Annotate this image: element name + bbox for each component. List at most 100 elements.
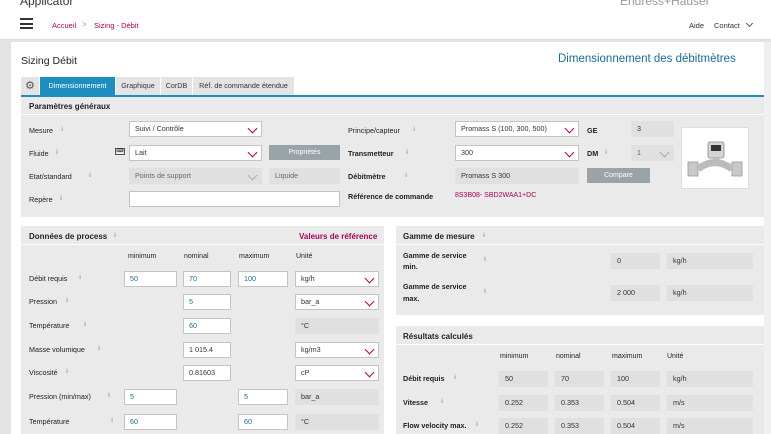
principe-select[interactable]: Promass S (100, 300, 500)	[455, 121, 579, 137]
info-icon[interactable]: i	[96, 346, 102, 352]
process-nom-input[interactable]: 60	[183, 318, 231, 334]
tab-ref-commande[interactable]: Réf. de commande étendue	[193, 77, 295, 95]
scrollbar[interactable]	[764, 42, 771, 434]
top-bar: Applicator Endress+Hauser Accueil > Sizi…	[0, 0, 771, 40]
info-icon[interactable]: i	[603, 150, 609, 156]
compare-button[interactable]: Compare	[587, 168, 650, 183]
info-icon[interactable]: i	[474, 422, 480, 428]
process-nom-input[interactable]: 70	[183, 271, 231, 287]
process-unit-select[interactable]: kg/h	[295, 271, 379, 287]
chevron-down-icon	[364, 296, 375, 307]
info-icon[interactable]: i	[403, 173, 409, 179]
info-icon[interactable]: i	[481, 233, 487, 239]
unit-value: kg/m3	[301, 345, 321, 354]
menu-icon[interactable]	[20, 18, 33, 29]
chevron-down-icon	[564, 147, 575, 158]
result-min: 50	[499, 371, 548, 387]
tab-cordb[interactable]: CorDB	[161, 77, 193, 95]
info-icon[interactable]: i	[482, 257, 488, 263]
process-min-input[interactable]: 50	[124, 271, 177, 287]
gamme-min-label: Gamme de service	[403, 251, 467, 260]
process-unit-select[interactable]: cP	[295, 365, 379, 381]
process-unit-select[interactable]: °C	[295, 318, 379, 334]
result-row-label: Débit requis	[403, 374, 445, 383]
transmetteur-value: 300	[461, 148, 473, 157]
info-icon[interactable]: i	[112, 233, 118, 239]
refcmd-value[interactable]: 8S3B08- SBD2WAA1+DC	[455, 192, 536, 199]
transmetteur-select[interactable]: 300	[455, 145, 579, 161]
info-icon[interactable]: i	[106, 393, 112, 399]
process-unit-select[interactable]: kg/m3	[295, 342, 379, 358]
page-subtitle: Dimensionnement des débitmètres	[558, 53, 736, 65]
process-min-input[interactable]: 5	[124, 389, 177, 405]
mesure-select[interactable]: Suivi / Contrôle	[129, 121, 262, 137]
info-icon[interactable]: i	[54, 150, 60, 156]
chevron-down-icon	[247, 147, 258, 158]
tab-dimensionnement[interactable]: Dimensionnement	[40, 77, 116, 95]
contact-link[interactable]: Contact	[714, 21, 740, 30]
process-row-label: Débit requis	[29, 274, 68, 283]
info-icon[interactable]: i	[439, 399, 445, 405]
process-max-input[interactable]: 60	[238, 414, 288, 430]
general-heading: Paramètres généraux	[29, 102, 111, 111]
chevron-down-icon	[247, 123, 258, 134]
process-max-input[interactable]: 100	[238, 271, 288, 287]
process-nom-input[interactable]: 5	[183, 294, 231, 310]
gamme-heading: Gamme de mesure	[403, 232, 475, 241]
dm-value: 1	[637, 148, 641, 157]
process-row-label: Masse volumique	[29, 345, 85, 354]
info-icon[interactable]: i	[87, 173, 93, 179]
chevron-down-icon	[364, 273, 375, 284]
info-icon[interactable]: i	[64, 298, 70, 304]
breadcrumb-current[interactable]: Sizing - Débit	[94, 21, 139, 30]
unit-value: bar_a	[301, 297, 320, 306]
res-col-nom: nominal	[556, 353, 581, 360]
results-heading: Résultats calculés	[403, 332, 473, 341]
tab-graphique[interactable]: Graphique	[116, 77, 161, 95]
process-unit-select[interactable]: °C	[295, 414, 379, 430]
info-icon[interactable]: i	[64, 369, 70, 375]
info-icon[interactable]: i	[82, 322, 88, 328]
process-nom-input[interactable]: 0.81603	[183, 365, 231, 381]
info-icon[interactable]: i	[452, 375, 458, 381]
chevron-down-icon	[247, 170, 258, 181]
process-unit-select[interactable]: bar_a	[295, 294, 379, 310]
mesure-label: Mesure	[29, 126, 53, 135]
info-icon[interactable]: i	[404, 150, 410, 156]
fluide-select[interactable]: Lait	[129, 145, 262, 161]
etat-label: Etat/standard	[29, 172, 72, 181]
process-row-label: Pression (min/max)	[29, 392, 91, 401]
etat-select[interactable]: Points de support	[129, 168, 262, 184]
info-icon[interactable]: i	[58, 196, 64, 202]
info-icon[interactable]: i	[109, 418, 115, 424]
info-icon[interactable]: i	[77, 275, 83, 281]
result-row-label: Vitesse	[403, 398, 429, 407]
process-max-input[interactable]: 5	[238, 389, 288, 405]
breadcrumb-home[interactable]: Accueil	[52, 21, 76, 30]
ge-label: GE	[587, 126, 598, 135]
process-nom-input[interactable]: 1 015.4	[183, 342, 231, 358]
info-icon[interactable]: i	[59, 127, 65, 133]
refcmd-label: Référence de commande	[348, 192, 434, 201]
chevron-down-icon	[564, 123, 575, 134]
gear-icon[interactable]: ⚙	[21, 77, 39, 95]
debitmetre-value: Promass S 300	[455, 168, 579, 184]
keyboard-icon[interactable]: ⌨	[115, 148, 125, 155]
reference-values-link[interactable]: Valeurs de référence	[299, 232, 377, 241]
info-icon[interactable]: i	[411, 127, 417, 133]
chevron-down-icon[interactable]	[745, 19, 754, 28]
help-link[interactable]: Aide	[689, 21, 704, 30]
dm-select[interactable]: 1	[631, 145, 674, 161]
repere-input[interactable]	[129, 191, 340, 207]
process-row-label: Température	[29, 321, 70, 330]
col-nom: nominal	[184, 253, 209, 260]
chevron-down-icon	[659, 147, 670, 158]
result-nom: 0.353	[555, 418, 604, 434]
proprietes-button[interactable]: Propriétés	[269, 145, 340, 160]
divider	[21, 244, 384, 245]
info-icon[interactable]: i	[482, 289, 488, 295]
result-max: 0.504	[611, 395, 660, 411]
divider	[396, 244, 764, 245]
process-unit-select[interactable]: bar_a	[295, 389, 379, 405]
process-min-input[interactable]: 60	[124, 414, 177, 430]
